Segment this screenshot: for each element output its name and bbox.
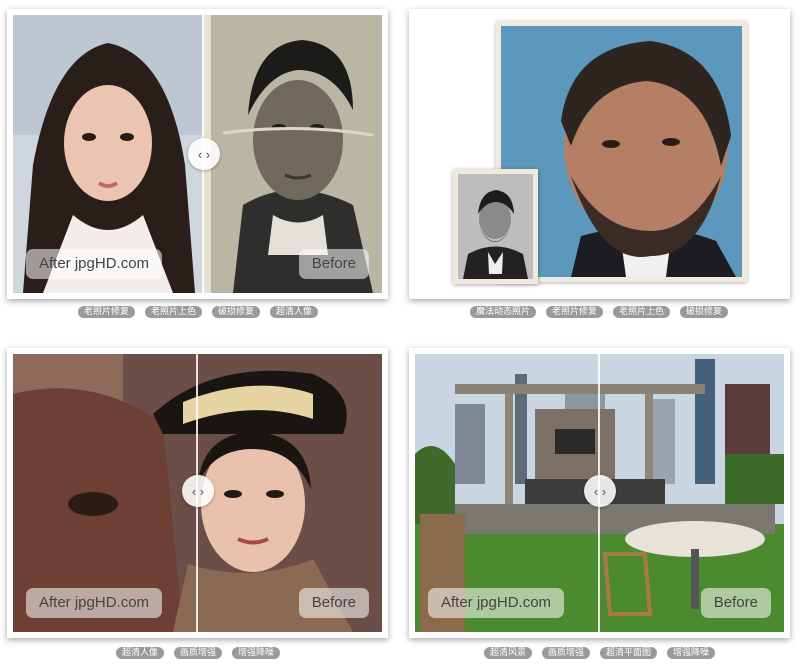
feature-tag[interactable]: 画质增强 xyxy=(542,647,591,659)
feature-tags: 超清人像 画质增强 增强降噪 xyxy=(116,647,281,659)
feature-tag[interactable]: 老照片修复 xyxy=(78,306,136,318)
feature-tag[interactable]: 老照片上色 xyxy=(613,306,671,318)
before-label: Before xyxy=(298,588,369,618)
feature-tag[interactable]: 老照片修复 xyxy=(546,306,604,318)
feature-tag[interactable]: 增强降噪 xyxy=(667,647,716,659)
after-label: After jpgHD.com xyxy=(428,588,565,618)
feature-tags: 老照片修复 老照片上色 破损修复 超清人像 xyxy=(78,306,319,318)
original-image-lincoln xyxy=(458,174,533,279)
showcase-card-hd-landscape: ‹ › After jpgHD.com Before xyxy=(409,348,790,638)
feature-tag[interactable]: 魔法动态照片 xyxy=(470,306,537,318)
after-label: After jpgHD.com xyxy=(26,588,163,618)
showcase-card-hd-portrait: ‹ › After jpgHD.com Before xyxy=(7,348,388,638)
showcase-card-old-photo: ‹ › After jpgHD.com Before xyxy=(7,9,388,299)
feature-tag[interactable]: 超清平面图 xyxy=(600,647,658,659)
original-portrait-frame xyxy=(453,169,538,284)
before-label: Before xyxy=(298,249,369,279)
feature-tag[interactable]: 破损修复 xyxy=(212,306,261,318)
feature-tag[interactable]: 增强降噪 xyxy=(232,647,281,659)
after-label: After jpgHD.com xyxy=(26,249,163,279)
feature-tags: 超清风景 画质增强 超清平面图 增强降噪 xyxy=(484,647,716,659)
feature-tag[interactable]: 超清人像 xyxy=(116,647,165,659)
feature-tag[interactable]: 超清人像 xyxy=(270,306,319,318)
feature-tag[interactable]: 破损修复 xyxy=(680,306,729,318)
compare-handle-chevron-left-right-icon[interactable]: ‹ › xyxy=(188,138,220,170)
feature-tags: 魔法动态照片 老照片修复 老照片上色 破损修复 xyxy=(470,306,729,318)
feature-tag[interactable]: 超清风景 xyxy=(484,647,533,659)
feature-tag[interactable]: 画质增强 xyxy=(174,647,223,659)
feature-tag[interactable]: 老照片上色 xyxy=(145,306,203,318)
before-label: Before xyxy=(700,588,771,618)
showcase-card-colorize xyxy=(409,9,790,299)
compare-handle-chevron-left-right-icon[interactable]: ‹ › xyxy=(182,475,214,507)
compare-handle-chevron-left-right-icon[interactable]: ‹ › xyxy=(584,475,616,507)
